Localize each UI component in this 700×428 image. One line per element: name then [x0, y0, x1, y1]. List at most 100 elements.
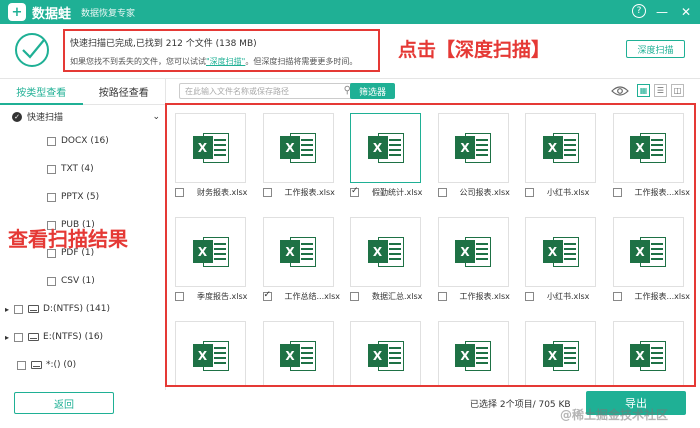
tab-by-path[interactable]: 按路径查看 — [82, 79, 165, 105]
detail-view-icon[interactable]: ◫ — [671, 84, 684, 97]
excel-file-icon: X — [630, 235, 666, 269]
file-name: 季度报告.xlsx — [197, 292, 248, 301]
file-checkbox[interactable] — [612, 292, 622, 301]
excel-file-icon: X — [542, 235, 579, 269]
file-thumbnail[interactable]: X — [175, 217, 246, 287]
file-item[interactable]: X 假勤统计.xlsx — [342, 105, 428, 197]
checkbox[interactable] — [47, 192, 56, 202]
chevron-right-icon[interactable]: ▸ — [5, 305, 9, 314]
checkbox[interactable] — [17, 360, 26, 370]
file-thumbnail[interactable]: X — [262, 217, 334, 287]
file-checkbox[interactable] — [612, 188, 622, 197]
file-item[interactable]: X 工作报表.xlsx — [255, 105, 341, 197]
file-checkbox[interactable] — [350, 292, 359, 301]
help-icon[interactable]: ? — [632, 4, 646, 18]
excel-file-icon: X — [455, 339, 491, 373]
file-thumbnail[interactable]: X — [175, 321, 246, 385]
tree-item-quick-scan[interactable]: ✓ 快速扫描 ⌄ — [12, 110, 160, 123]
file-checkbox[interactable] — [525, 292, 534, 301]
deep-scan-link[interactable]: "深度扫描" — [206, 57, 245, 66]
file-item[interactable]: X 工作报表...xlsx — [605, 105, 691, 197]
filter-button[interactable]: 筛选器 — [350, 83, 395, 99]
file-item[interactable]: X 公司报表.xlsx — [430, 105, 516, 197]
file-thumbnail[interactable]: X — [612, 321, 684, 385]
drive-icon — [28, 333, 40, 341]
file-thumbnail[interactable]: X — [525, 113, 596, 183]
tree-item-drive-e[interactable]: ▸ E:(NTFS) (16) — [5, 332, 103, 342]
file-item[interactable]: X 工作报表...xlsx — [605, 207, 691, 301]
search-placeholder: 在此输入文件名称或保存路径 — [185, 86, 289, 96]
file-item[interactable]: X 工作总结...xlsx — [255, 207, 341, 301]
file-thumbnail[interactable]: X — [350, 321, 421, 385]
file-thumbnail[interactable]: X — [262, 113, 334, 183]
file-checkbox[interactable] — [437, 188, 447, 197]
tree-item-drive-unknown[interactable]: *:() (0) — [17, 360, 76, 370]
tree-item-txt[interactable]: TXT (4) — [47, 164, 94, 174]
drive-icon — [28, 305, 40, 313]
checkbox[interactable] — [14, 332, 24, 342]
excel-file-icon: X — [542, 339, 579, 373]
file-item[interactable]: X 季度报告.xlsx — [167, 207, 253, 301]
file-item[interactable]: X — [517, 311, 603, 385]
search-input[interactable]: 在此输入文件名称或保存路径 ⚲ — [179, 83, 355, 99]
file-thumbnail[interactable]: X — [437, 321, 509, 385]
excel-file-icon: X — [455, 235, 491, 269]
file-thumbnail[interactable]: X — [437, 113, 509, 183]
file-thumbnail[interactable]: X — [525, 217, 596, 287]
file-thumbnail[interactable]: X — [175, 113, 246, 183]
file-item[interactable]: X — [255, 311, 341, 385]
back-button[interactable]: 返回 — [14, 392, 114, 414]
file-item[interactable]: X 数据汇总.xlsx — [342, 207, 428, 301]
file-name: 工作报表...xlsx — [634, 292, 691, 301]
file-checkbox[interactable] — [175, 188, 184, 197]
file-thumbnail[interactable]: X — [350, 217, 421, 287]
file-item[interactable]: X — [342, 311, 428, 385]
file-thumbnail[interactable]: X — [350, 113, 421, 183]
checkbox[interactable] — [47, 164, 56, 174]
excel-file-icon: X — [542, 131, 579, 165]
file-item[interactable]: X — [605, 311, 691, 385]
annotation-view-results: 查看扫描结果 — [8, 227, 128, 251]
file-item[interactable]: X 小红书.xlsx — [517, 105, 603, 197]
file-item[interactable]: X — [430, 311, 516, 385]
file-checkbox[interactable] — [437, 292, 447, 301]
tree-item-pptx[interactable]: PPTX (5) — [47, 192, 99, 202]
deep-scan-button[interactable]: 深度扫描 — [626, 40, 685, 58]
file-thumbnail[interactable]: X — [612, 217, 684, 287]
file-checkbox[interactable] — [262, 188, 272, 197]
file-thumbnail[interactable]: X — [525, 321, 596, 385]
title-bar: + 数据蛙 数据恢复专家 ? — ✕ — [0, 0, 700, 24]
tree-item-csv[interactable]: CSV (1) — [47, 276, 95, 286]
close-icon[interactable]: ✕ — [678, 3, 694, 20]
file-item[interactable]: X 财务报表.xlsx — [167, 105, 253, 197]
file-thumbnail[interactable]: X — [612, 113, 684, 183]
checkbox[interactable] — [14, 304, 24, 314]
eye-icon[interactable] — [611, 85, 629, 97]
chevron-right-icon[interactable]: ▸ — [5, 333, 9, 342]
file-item[interactable]: X 小红书.xlsx — [517, 207, 603, 301]
file-item[interactable]: X — [167, 311, 253, 385]
minimize-icon[interactable]: — — [654, 3, 670, 20]
excel-file-icon: X — [367, 131, 404, 165]
file-item[interactable]: X 工作报表.xlsx — [430, 207, 516, 301]
file-checkbox[interactable] — [525, 188, 534, 197]
checkbox[interactable] — [47, 136, 56, 146]
file-thumbnail[interactable]: X — [262, 321, 334, 385]
file-checkbox[interactable] — [175, 292, 184, 301]
tree-item-drive-d[interactable]: ▸ D:(NTFS) (141) — [5, 304, 110, 314]
file-checkbox[interactable] — [262, 290, 272, 301]
file-thumbnail[interactable]: X — [437, 217, 509, 287]
file-name: 工作总结...xlsx — [284, 292, 341, 301]
file-checkbox[interactable] — [350, 186, 359, 197]
chevron-down-icon[interactable]: ⌄ — [152, 112, 160, 122]
list-view-icon[interactable]: ☰ — [654, 84, 667, 97]
annotation-click-deep-scan: 点击【深度扫描】 — [398, 39, 551, 61]
checked-circle-icon[interactable]: ✓ — [12, 111, 22, 122]
tab-by-type[interactable]: 按类型查看 — [0, 79, 83, 105]
grid-view-icon[interactable]: ▦ — [637, 84, 650, 97]
watermark: @稀土掘金技术社区 — [560, 408, 669, 422]
checkbox[interactable] — [47, 276, 56, 286]
excel-file-icon: X — [367, 235, 404, 269]
tree-item-docx[interactable]: DOCX (16) — [47, 136, 109, 146]
tree-item-label: D:(NTFS) (141) — [43, 304, 111, 314]
